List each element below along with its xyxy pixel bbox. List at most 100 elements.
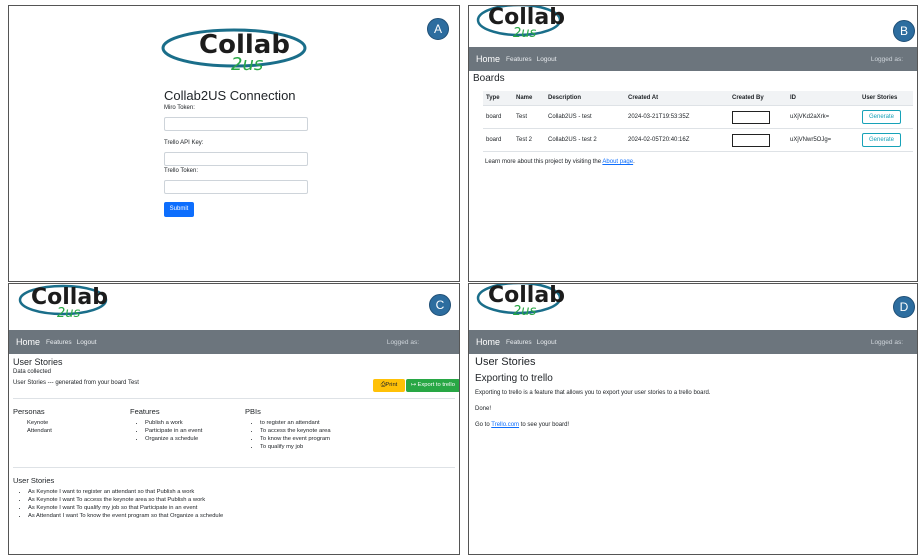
logo-sub-text: 2us (513, 304, 537, 319)
print-button[interactable]: ⎙Print (373, 379, 405, 392)
feature-item: Organize a schedule (145, 435, 202, 443)
cell-name: Test 2 (513, 128, 545, 152)
col-created-by: Created By (729, 91, 787, 106)
col-created-at: Created At (625, 91, 729, 106)
user-story-item: As Keynote I want to register an attenda… (28, 488, 223, 496)
user-stories-list-title: User Stories (13, 476, 55, 485)
feature-item: Participate in an event (145, 427, 202, 435)
col-type: Type (483, 91, 513, 106)
user-story-item: As Keynote I want To access the keynote … (28, 496, 223, 504)
col-name: Name (513, 91, 545, 106)
goto-post-text: to see your board! (520, 422, 570, 428)
miro-token-label: Miro Token: (164, 105, 195, 111)
user-story-item: As Attendant I want To know the event pr… (28, 512, 223, 520)
created-by-box (732, 133, 770, 147)
pbi-item: to register an attendant (260, 419, 331, 427)
collab2us-logo: Collab 2us (161, 28, 307, 75)
nav-logout-link[interactable]: Logout (537, 56, 557, 63)
export-page-title: User Stories (475, 356, 536, 368)
nav-logout-link[interactable]: Logout (77, 339, 97, 346)
goto-pre-text: Go to (475, 422, 490, 428)
export-subtitle: Exporting to trello (475, 373, 553, 384)
created-by-box (732, 110, 770, 124)
cell-id: uXjVNwr5OJg= (787, 128, 859, 152)
nav-logout-link[interactable]: Logout (537, 339, 557, 346)
panel-user-stories: C Collab 2us Home Features Logout Logged… (8, 283, 460, 555)
cell-created-at: 2024-03-21T19:53:35Z (625, 105, 729, 129)
divider (13, 467, 455, 468)
cell-type: board (483, 105, 513, 129)
cell-id: uXjVKd2aXrk= (787, 105, 859, 129)
connection-title: Collab2US Connection (164, 88, 296, 103)
stories-subtitle: Data collected (13, 369, 52, 375)
nav-home-link[interactable]: Home (476, 54, 500, 64)
nav-home-link[interactable]: Home (16, 337, 40, 347)
cell-created-by (729, 128, 787, 152)
boards-table: Type Name Description Created At Created… (483, 91, 913, 152)
panel-badge-d: D (893, 296, 915, 318)
collab2us-logo: Collab 2us (476, 6, 565, 41)
pbis-title: PBIs (245, 407, 261, 416)
features-list: Publish a work Participate in an event O… (135, 419, 202, 443)
logged-as-label: Logged as: (870, 55, 903, 63)
cell-created-by (729, 105, 787, 129)
export-to-trello-button[interactable]: ↦ Export to trello (406, 379, 459, 392)
divider (13, 398, 455, 399)
print-label: Print (385, 382, 398, 388)
table-row: board Test 2 Collab2US - test 2 2024-02-… (483, 128, 913, 152)
export-icon: ↦ (411, 382, 416, 388)
collab2us-logo: Collab 2us (476, 284, 565, 319)
about-footer-text: Learn more about this project by visitin… (485, 159, 602, 165)
generate-button[interactable]: Generate (862, 110, 902, 124)
trello-link[interactable]: Trello.com (491, 422, 519, 428)
pbi-item: To know the event program (260, 435, 331, 443)
col-user-stories: User Stories (859, 91, 913, 106)
panel-connection: A Collab 2us Collab2US Connection Miro T… (8, 5, 460, 282)
nav-features-link[interactable]: Features (506, 339, 532, 346)
panel-export: D Collab 2us Home Features Logout Logged… (468, 283, 918, 555)
cell-name: Test (513, 105, 545, 129)
pbi-item: To qualify my job (260, 443, 331, 451)
cell-created-at: 2024-02-05T20:40:16Z (625, 128, 729, 152)
top-navbar: Home Features Logout Logged as: (469, 330, 917, 354)
logo-sub-text: 2us (57, 306, 81, 321)
trello-api-key-input[interactable] (164, 152, 308, 166)
logged-as-label: Logged as: (386, 338, 419, 346)
logo-sub-text: 2us (231, 54, 263, 75)
pbis-list: to register an attendant To access the k… (250, 419, 331, 451)
trello-api-key-label: Trello API Key: (164, 140, 204, 146)
pbi-item: To access the keynote area (260, 427, 331, 435)
about-footer-end: . (633, 159, 635, 165)
top-navbar: Home Features Logout Logged as: (469, 47, 917, 71)
panel-badge-b: B (893, 20, 915, 42)
user-story-item: As Keynote I want To qualify my job so t… (28, 504, 223, 512)
cell-user-stories: Generate (859, 105, 913, 129)
nav-home-link[interactable]: Home (476, 337, 500, 347)
panel-boards: B Collab 2us Home Features Logout Logged… (468, 5, 918, 282)
nav-features-link[interactable]: Features (46, 339, 72, 346)
cell-type: board (483, 128, 513, 152)
personas-list: Keynote Attendant (27, 419, 52, 435)
generate-button[interactable]: Generate (862, 133, 902, 147)
collab2us-logo: Collab 2us (18, 284, 108, 321)
export-done-message: Done! (475, 406, 492, 412)
export-label: Export to trello (417, 382, 455, 388)
stories-title: User Stories (13, 357, 63, 367)
nav-features-link[interactable]: Features (506, 56, 532, 63)
logged-as-label: Logged as: (870, 338, 903, 346)
about-page-link[interactable]: About page (602, 159, 633, 165)
submit-button[interactable]: Submit (164, 202, 194, 217)
trello-token-input[interactable] (164, 180, 308, 194)
boards-title: Boards (473, 73, 505, 84)
features-title: Features (130, 407, 160, 416)
miro-token-input[interactable] (164, 117, 308, 131)
trello-token-label: Trello Token: (164, 168, 199, 174)
user-stories-list: As Keynote I want to register an attenda… (18, 488, 223, 520)
cell-description: Collab2US - test 2 (545, 128, 625, 152)
col-description: Description (545, 91, 625, 106)
feature-item: Publish a work (145, 419, 202, 427)
persona-item: Keynote (27, 420, 49, 426)
personas-title: Personas (13, 407, 45, 416)
cell-user-stories: Generate (859, 128, 913, 152)
export-description: Exporting to trello is a feature that al… (475, 390, 711, 396)
